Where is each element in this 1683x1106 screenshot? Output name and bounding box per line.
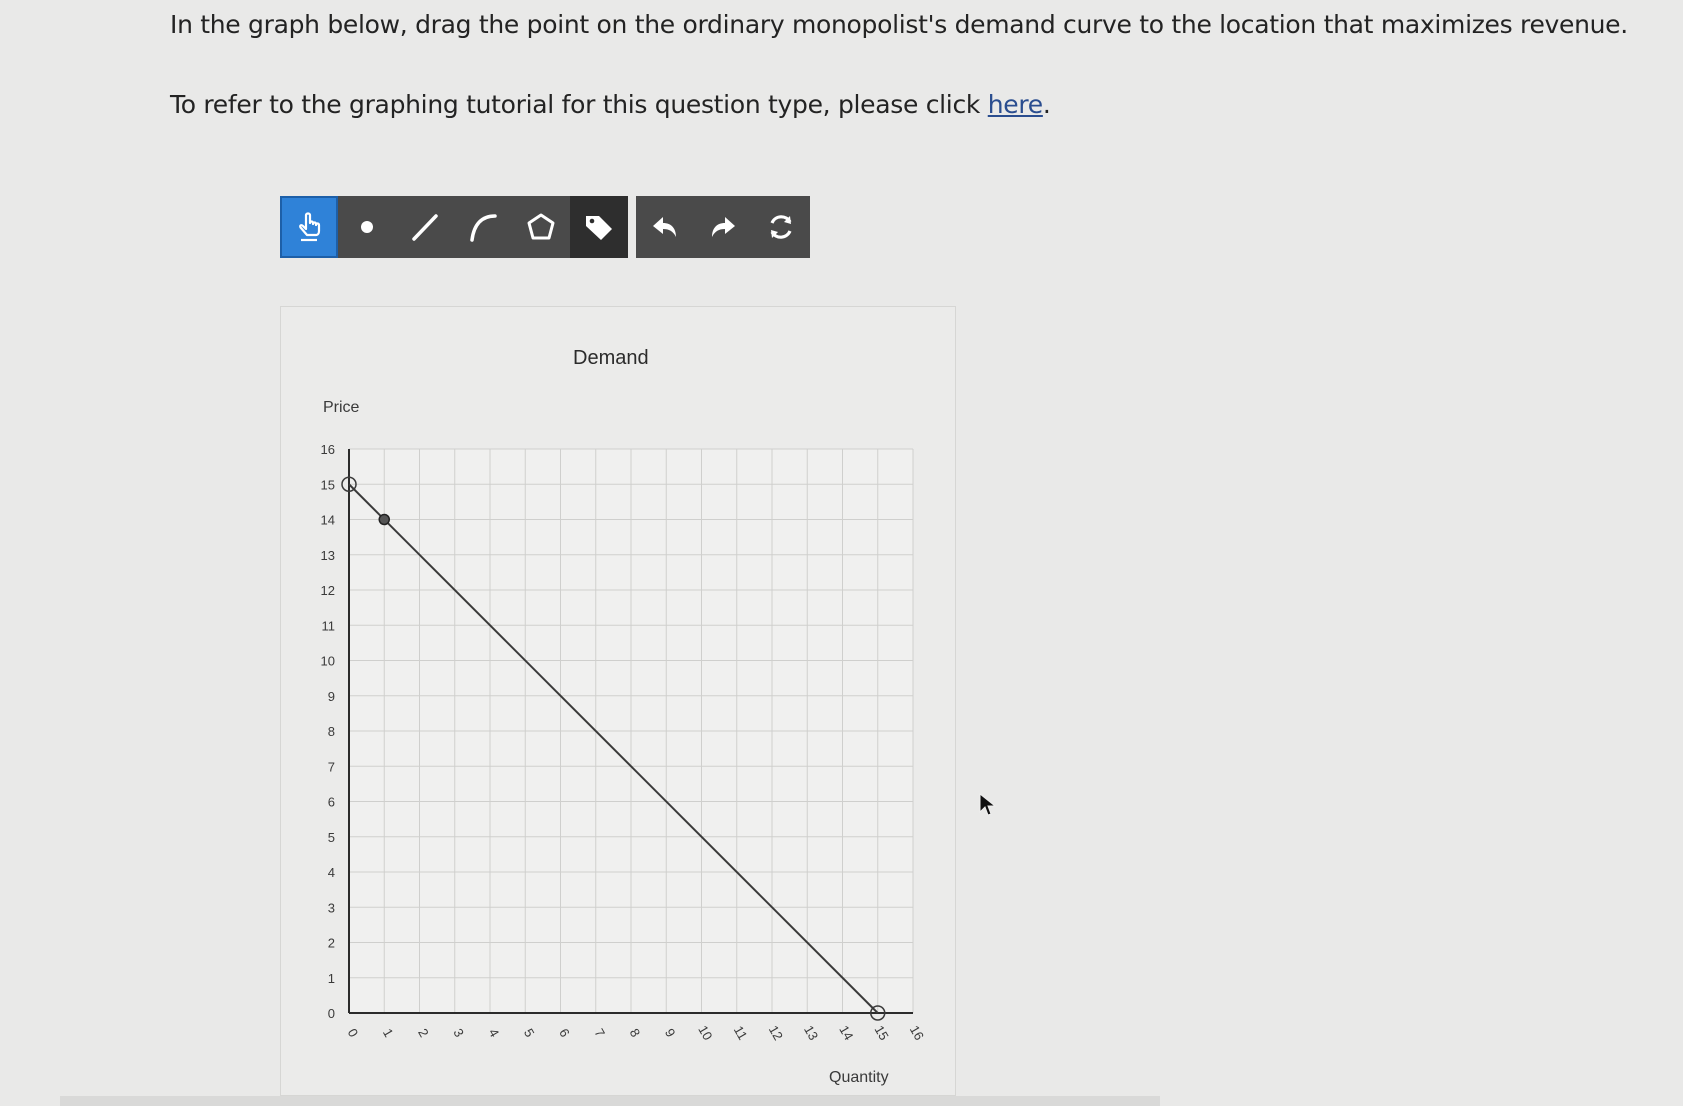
x-tick-label: 9 — [662, 1026, 679, 1040]
question-prompt: In the graph below, drag the point on th… — [170, 10, 1628, 39]
curve-icon — [470, 214, 497, 242]
y-tick-label: 16 — [321, 442, 335, 457]
tutorial-text: To refer to the graphing tutorial for th… — [170, 90, 988, 119]
demand-graph[interactable]: 0123456789101112131415160 1 2 3 4 5 6 7 8 9 10 11 12… — [281, 307, 957, 1097]
x-tick-label: 1 — [380, 1026, 397, 1040]
x-tick-label: 8 — [627, 1026, 644, 1040]
redo-icon — [712, 217, 735, 237]
drag-tool-button[interactable] — [280, 196, 338, 258]
y-tick-label: 1 — [328, 971, 335, 986]
x-tick-label: 13 — [801, 1023, 821, 1043]
y-tick-label: 12 — [321, 583, 335, 598]
x-tick-label: 12 — [766, 1023, 786, 1043]
footer-divider — [60, 1096, 1160, 1106]
reset-icon — [770, 215, 792, 239]
graph-panel: Demand Price Quantity 0 1 2 3 4 5 6 7 8 9 10 11 12 13… — [280, 306, 956, 1096]
y-tick-label: 13 — [321, 548, 335, 563]
x-tick-label: 3 — [450, 1026, 467, 1040]
label-tag-icon — [586, 216, 612, 240]
polygon-tool-button[interactable] — [512, 196, 570, 258]
undo-button[interactable] — [636, 196, 694, 258]
graph-toolbar — [280, 196, 810, 258]
tutorial-link[interactable]: here — [988, 90, 1043, 119]
x-tick-label: 7 — [591, 1026, 608, 1040]
y-tick-label: 7 — [328, 759, 335, 774]
y-tick-label: 11 — [322, 618, 336, 633]
x-tick-label: 10 — [695, 1023, 715, 1043]
x-tick-label: 15 — [872, 1023, 892, 1043]
y-tick-label: 15 — [321, 477, 335, 492]
point-tool-button[interactable] — [338, 196, 396, 258]
x-tick-label: 5 — [521, 1026, 538, 1040]
x-tick-label: 4 — [486, 1026, 503, 1040]
label-tool-button[interactable] — [570, 196, 628, 258]
y-tick-label: 6 — [328, 795, 335, 810]
y-tick-label: 14 — [321, 513, 335, 528]
y-tick-label: 3 — [328, 900, 335, 915]
x-tick-label: 14 — [836, 1023, 856, 1043]
x-tick-label: 6 — [556, 1026, 573, 1040]
line-tool-button[interactable] — [396, 196, 454, 258]
y-tick-label: 8 — [328, 724, 335, 739]
undo-icon — [653, 217, 676, 237]
y-tick-label: 0 — [328, 1006, 335, 1021]
redo-button[interactable] — [694, 196, 752, 258]
curve-tool-button[interactable] — [454, 196, 512, 258]
x-tick-label: 16 — [907, 1023, 927, 1043]
line-icon — [412, 214, 438, 241]
y-tick-label: 9 — [328, 689, 335, 704]
point-icon — [361, 221, 373, 233]
tutorial-line: To refer to the graphing tutorial for th… — [170, 90, 1051, 119]
y-tick-label: 10 — [321, 654, 335, 669]
y-tick-label: 2 — [328, 936, 335, 951]
y-tick-label: 5 — [328, 830, 335, 845]
draggable-point[interactable] — [378, 513, 390, 526]
drag-hand-icon — [299, 212, 321, 242]
y-tick-label: 4 — [328, 865, 335, 880]
reset-button[interactable] — [752, 196, 810, 258]
tutorial-period: . — [1042, 90, 1051, 119]
polygon-icon — [527, 213, 555, 240]
x-tick-label: 11 — [731, 1023, 751, 1042]
x-tick-label: 0 — [345, 1026, 362, 1040]
x-tick-label: 2 — [415, 1026, 432, 1040]
mouse-cursor-icon — [979, 792, 997, 816]
